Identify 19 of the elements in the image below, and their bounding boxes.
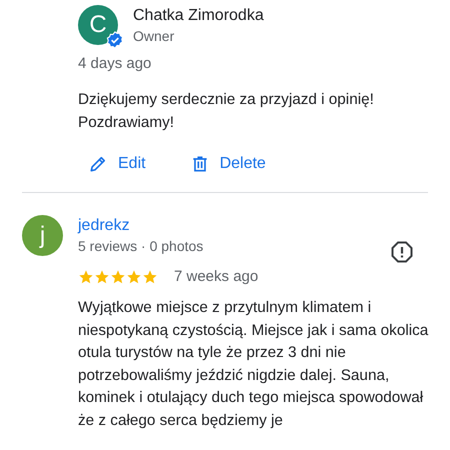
- reviewer-name[interactable]: jedrekz: [78, 217, 375, 235]
- avatar: j: [22, 215, 63, 256]
- edit-button[interactable]: Edit: [78, 152, 156, 176]
- reply-time: 4 days ago: [78, 55, 152, 72]
- owner-name: Chatka Zimorodka: [133, 6, 264, 24]
- filled-star-icon: [142, 268, 158, 284]
- report-icon[interactable]: [390, 240, 414, 264]
- owner-role: Owner: [133, 28, 176, 44]
- reviewer-stats: 5 reviews · 0 photos: [78, 238, 204, 254]
- filled-star-icon: [94, 268, 110, 284]
- filled-star-icon: [110, 268, 126, 284]
- review-time: 7 weeks ago: [174, 268, 258, 285]
- pencil-icon: [88, 154, 108, 174]
- filled-star-icon: [78, 268, 94, 284]
- avatar: C: [78, 5, 118, 45]
- reply-text: Dziękujemy serdecznie za przyjazd i opinię! Pozdrawiamy!: [78, 90, 375, 132]
- filled-star-icon: [126, 268, 142, 284]
- review-text: Wyjątkowe miejsce z przytulnym klimatem i niespotykaną czystością. Miejsce jak i sama okolica otula turystów na tyle że przez 3 dni nie potrzebowaliśmy jeździć nigdzie dalej. Sauna, kominek i otulający duch tego miejsca spowodował że z całego serca będziemy je: [78, 298, 430, 430]
- delete-button[interactable]: Delete: [180, 152, 276, 176]
